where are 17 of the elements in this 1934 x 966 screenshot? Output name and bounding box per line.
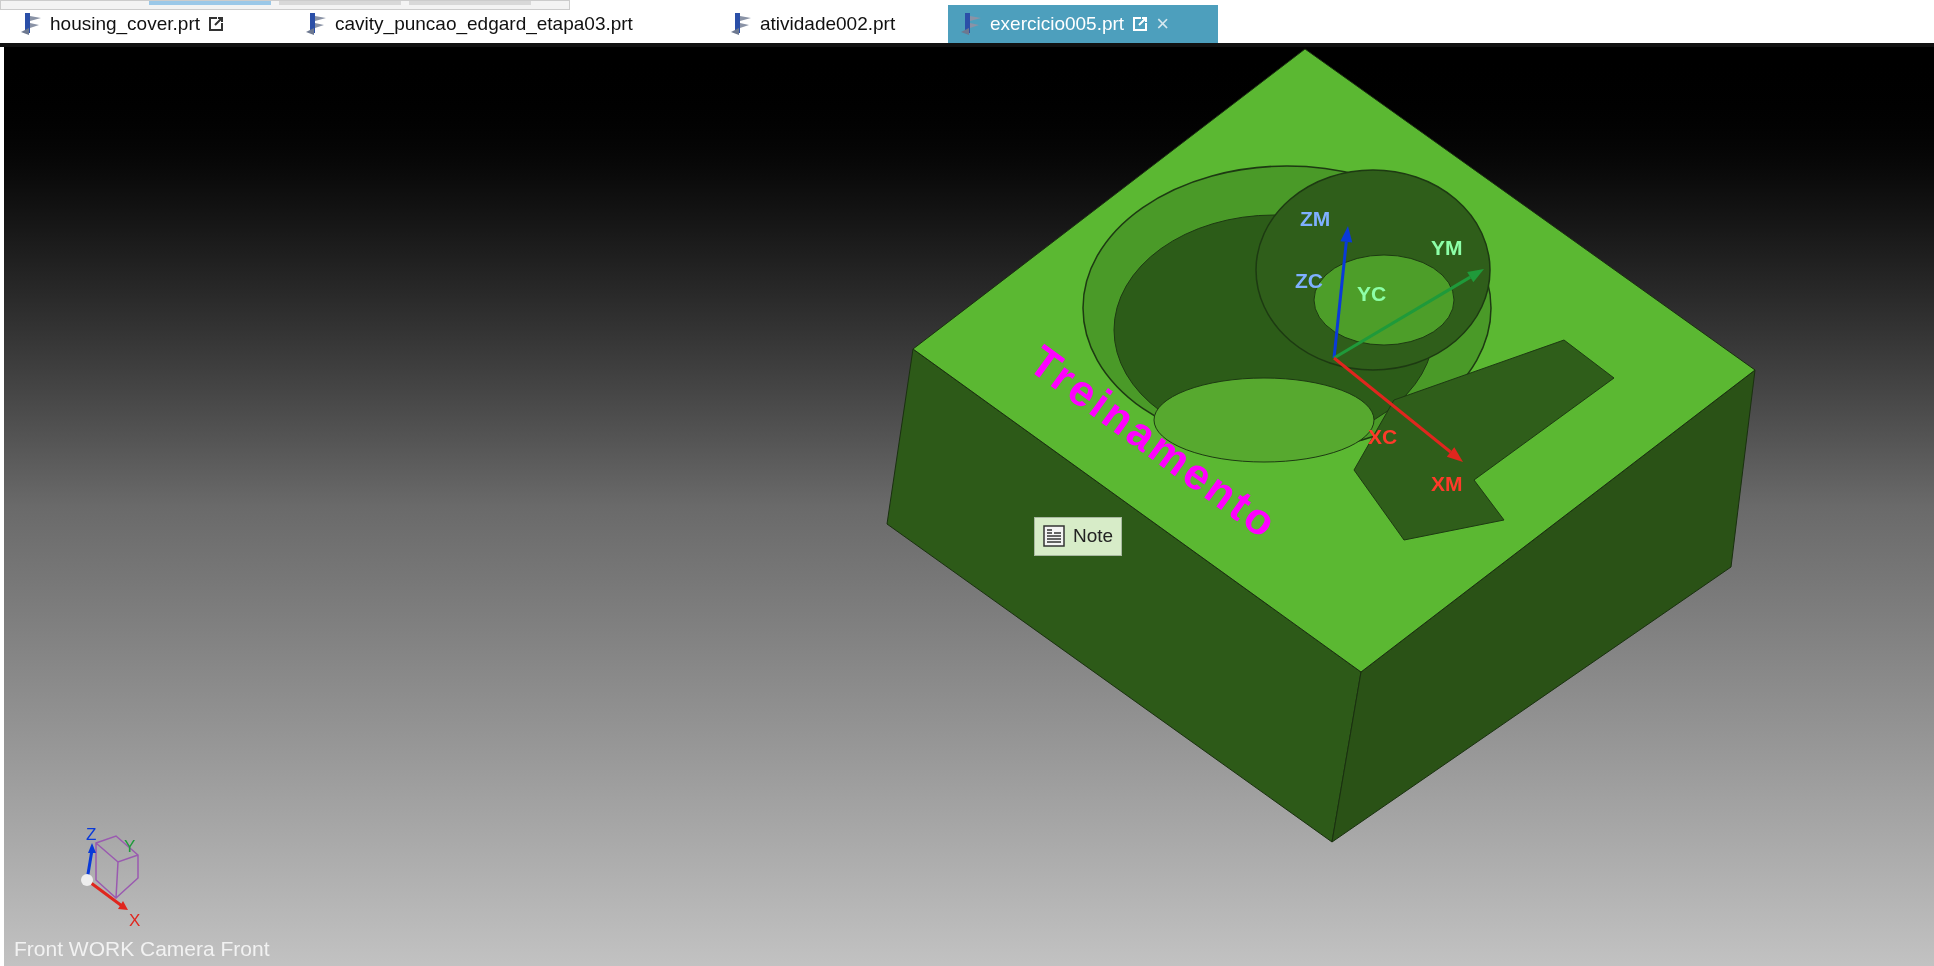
part-file-icon <box>730 12 752 36</box>
axis-label: ZM <box>1300 207 1331 230</box>
axis-label: Z <box>86 825 97 844</box>
axis-label: X <box>129 911 141 930</box>
part-file-icon <box>960 12 982 36</box>
part-file-icon <box>305 12 327 36</box>
axis-label: ZC <box>1295 269 1323 292</box>
menu-button[interactable] <box>149 1 271 5</box>
axis-label: YC <box>1357 282 1387 305</box>
axis-label: XM <box>1431 472 1463 495</box>
popout-icon[interactable] <box>208 16 224 32</box>
menu-button[interactable] <box>409 1 531 5</box>
axis-label: XC <box>1368 425 1398 448</box>
menu-button[interactable] <box>279 1 401 5</box>
axis-label: YM <box>1431 236 1463 259</box>
axis-label: Y <box>124 837 136 856</box>
part-file-icon <box>20 12 42 36</box>
